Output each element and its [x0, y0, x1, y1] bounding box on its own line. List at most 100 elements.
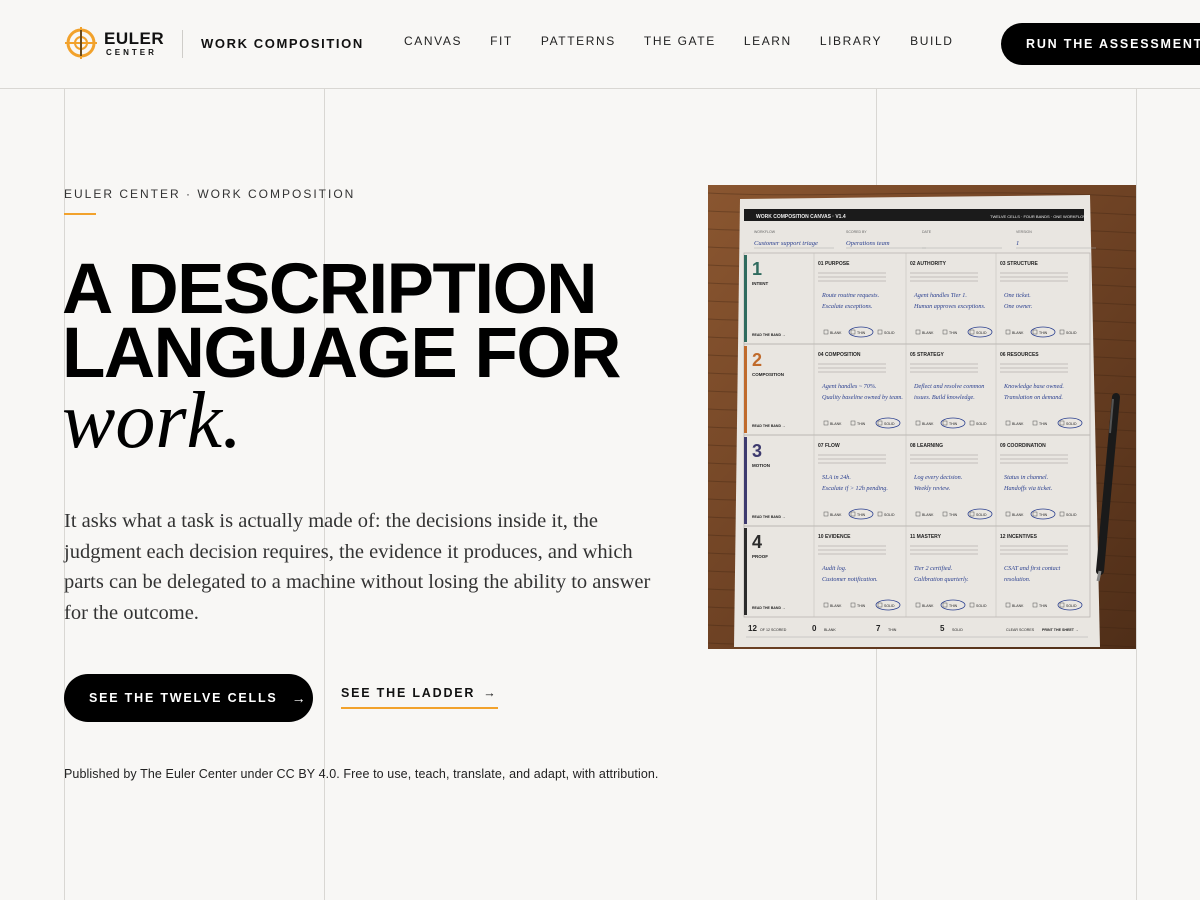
sheet-score-label: BLANK [830, 331, 842, 335]
sheet-band-number: 1 [752, 259, 762, 279]
sheet-handwriting: Knowledge base owned. [1003, 383, 1064, 390]
sheet-footer-score: 0 [812, 624, 817, 633]
license-note: Published by The Euler Center under CC B… [64, 767, 659, 781]
hero-eyebrow: EULER CENTER · WORK COMPOSITION [64, 187, 356, 201]
sheet-score-label: THIN [949, 331, 958, 335]
brand-logo[interactable]: EULER CENTER [64, 26, 164, 60]
sheet-handwriting: Customer notification. [822, 576, 878, 583]
header-divider [182, 30, 183, 58]
sheet-cell-title: 07 FLOW [818, 443, 840, 449]
nav-item-canvas[interactable]: CANVAS [404, 34, 462, 48]
sheet-handwriting: issues. Build knowledge. [914, 394, 975, 401]
sheet-field-label: DATE [922, 230, 932, 234]
sheet-score-label: THIN [949, 422, 958, 426]
sheet-band-number: 4 [752, 532, 762, 552]
see-ladder-link[interactable]: SEE THE LADDER → [341, 686, 498, 709]
sheet-score-label: THIN [857, 422, 866, 426]
hero-lede: It asks what a task is actually made of:… [64, 510, 651, 624]
see-twelve-cells-button[interactable]: SEE THE TWELVE CELLS → [64, 674, 313, 722]
sheet-cell-title: 10 EVIDENCE [818, 534, 851, 540]
sheet-score-label: THIN [857, 513, 866, 517]
sheet-score-label: BLANK [1012, 513, 1024, 517]
sheet-band-name: PROOF [752, 554, 768, 559]
sheet-cell-title: 06 RESOURCES [1000, 352, 1039, 358]
sheet-footer-score-label: THIN [888, 628, 897, 632]
sheet-band-number: 2 [752, 350, 762, 370]
sheet-cell-title: 09 COORDINATION [1000, 443, 1046, 449]
sheet-score-label: THIN [1039, 422, 1048, 426]
nav-item-library[interactable]: LIBRARY [820, 34, 882, 48]
main-nav: CANVAS FIT PATTERNS THE GATE LEARN LIBRA… [404, 34, 982, 48]
sheet-score-label: BLANK [1012, 604, 1024, 608]
nav-item-learn[interactable]: LEARN [744, 34, 792, 48]
sheet-handwriting: One ticket. [1004, 292, 1031, 299]
sheet-score-label: SOLID [976, 331, 987, 335]
sheet-footer-score: 5 [940, 624, 945, 633]
sheet-band-accent [744, 528, 747, 615]
nav-item-patterns[interactable]: PATTERNS [541, 34, 616, 48]
grid-guide-line [1136, 88, 1137, 900]
sheet-field-label: SCORED BY [846, 230, 867, 234]
sheet-band-link: READ THE BAND → [752, 515, 785, 519]
sheet-score-label: BLANK [922, 331, 934, 335]
sheet-band-number: 3 [752, 441, 762, 461]
sheet-footer-score-label: BLANK [824, 628, 836, 632]
sheet-band-link: READ THE BAND → [752, 606, 785, 610]
sheet-band-link: READ THE BAND → [752, 424, 785, 428]
sheet-band-name: INTENT [752, 281, 769, 286]
sheet-handwriting: Translation on demand. [1004, 394, 1063, 401]
sheet-field-label: VERSION [1016, 230, 1032, 234]
sheet-handwriting: Weekly review. [914, 485, 950, 492]
hero-title-emphasis: work. [62, 377, 242, 465]
sheet-score-label: SOLID [884, 331, 895, 335]
sheet-subtitle: TWELVE CELLS · FOUR BANDS · ONE WORKFLOW [990, 214, 1087, 219]
sheet-score-label: THIN [857, 604, 866, 608]
sheet-handwriting: Calibration quarterly. [914, 576, 969, 583]
run-assessment-button[interactable]: RUN THE ASSESSMENT [1001, 23, 1200, 65]
sheet-cell-title: 08 LEARNING [910, 443, 943, 449]
sheet-handwriting: Escalate if > 12h pending. [821, 485, 888, 492]
sheet-handwriting: Deflect and resolve common [913, 383, 984, 390]
sheet-band-name: MOTION [752, 463, 770, 468]
sheet-handwriting: Handoffs via ticket. [1003, 485, 1052, 492]
nav-item-the-gate[interactable]: THE GATE [644, 34, 716, 48]
sheet-score-label: SOLID [976, 422, 987, 426]
sheet-handwriting: Human approves exceptions. [913, 303, 985, 310]
sheet-footer-score: 7 [876, 624, 881, 633]
sheet-score-label: THIN [949, 604, 958, 608]
sheet-handwriting: Agent handles Tier 1. [913, 292, 967, 299]
sheet-score-label: SOLID [1066, 604, 1077, 608]
sheet-cell-title: 02 AUTHORITY [910, 261, 947, 267]
sheet-score-label: THIN [1039, 604, 1048, 608]
sheet-title: WORK COMPOSITION CANVAS · V1.4 [756, 214, 846, 220]
sheet-score-label: THIN [1039, 513, 1048, 517]
sheet-cell-title: 03 STRUCTURE [1000, 261, 1038, 267]
sheet-handwriting: CSAT and first contact [1004, 565, 1060, 572]
sheet-band-accent [744, 255, 747, 342]
sheet-score-label: BLANK [922, 513, 934, 517]
sheet-footer-score: 12 [748, 624, 757, 633]
nav-item-fit[interactable]: FIT [490, 34, 513, 48]
sheet-score-label: BLANK [922, 422, 934, 426]
sheet-handwriting: Route routine requests. [821, 292, 879, 299]
sheet-field-label: WORKFLOW [754, 230, 776, 234]
section-title[interactable]: WORK COMPOSITION [201, 36, 364, 51]
crosshair-circle-icon [65, 27, 97, 59]
sheet-cell-title: 05 STRATEGY [910, 352, 944, 358]
sheet-band-link: READ THE BAND → [752, 333, 785, 337]
button-label: SEE THE TWELVE CELLS [89, 691, 278, 705]
sheet-band-accent [744, 437, 747, 524]
sheet-footer-action: PRINT THE SHEET → [1042, 628, 1079, 632]
sheet-band-accent [744, 346, 747, 433]
sheet-cell-title: 04 COMPOSITION [818, 352, 861, 358]
sheet-score-label: SOLID [884, 422, 895, 426]
arrow-right-icon: → [483, 686, 498, 700]
sheet-handwriting: Status in channel. [1004, 474, 1048, 481]
sheet-score-label: THIN [857, 331, 866, 335]
sheet-score-label: SOLID [976, 604, 987, 608]
arrow-right-icon: → [291, 690, 308, 706]
sheet-handwriting: Escalate exceptions. [821, 303, 873, 310]
nav-item-build[interactable]: BUILD [910, 34, 953, 48]
sheet-score-label: SOLID [976, 513, 987, 517]
sheet-score-label: SOLID [1066, 331, 1077, 335]
